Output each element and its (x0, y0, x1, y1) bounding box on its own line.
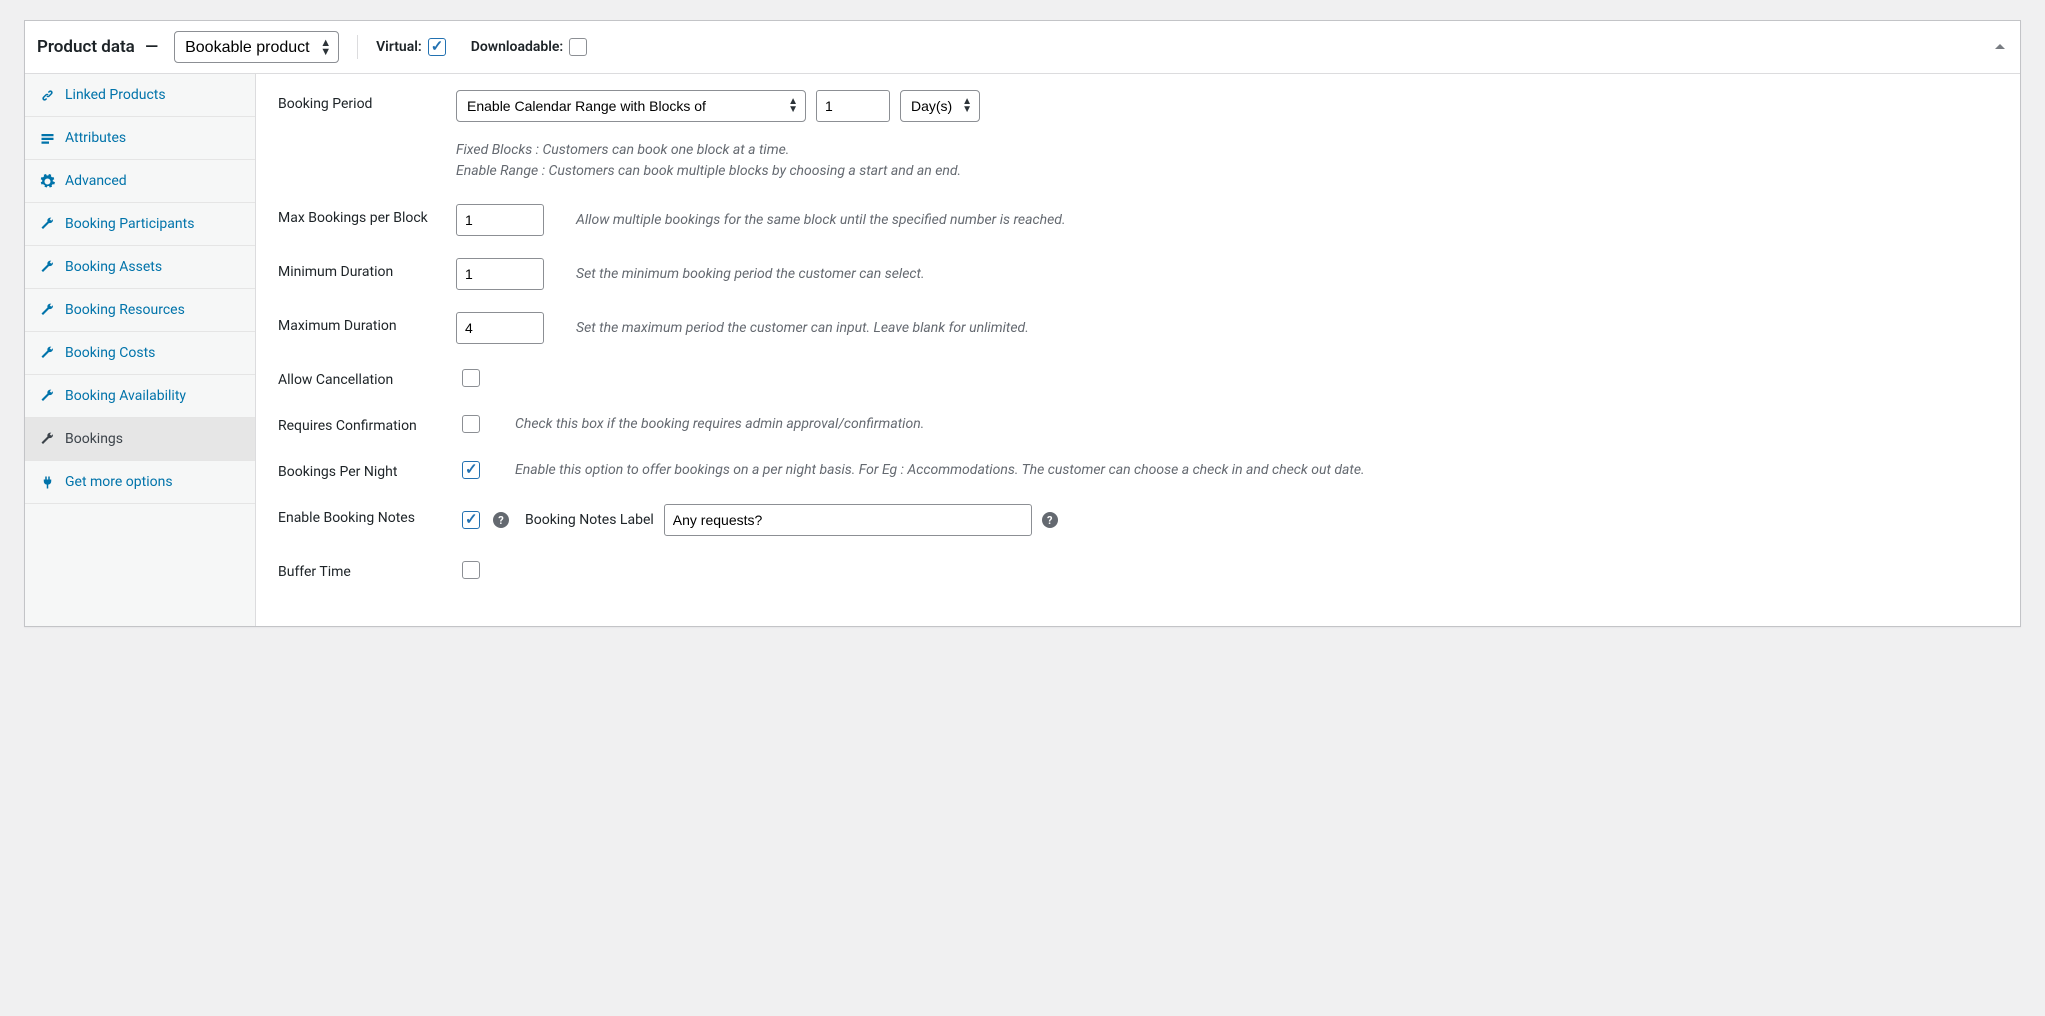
help-icon[interactable]: ? (493, 512, 509, 528)
link-icon (39, 87, 55, 103)
min-duration-input[interactable] (456, 258, 544, 290)
tab-label: Booking Resources (65, 302, 185, 318)
row-allow-cancel: Allow Cancellation (278, 366, 1998, 390)
product-type-select[interactable]: Bookable product (174, 31, 339, 63)
wrench-icon (39, 259, 55, 275)
row-enable-notes: Enable Booking Notes ? Booking Notes Lab… (278, 504, 1998, 536)
virtual-checkbox[interactable] (428, 38, 446, 56)
wrench-icon (39, 345, 55, 361)
booking-period-select[interactable]: Enable Calendar Range with Blocks of (456, 90, 806, 122)
tab-label: Attributes (65, 130, 126, 146)
min-duration-label: Minimum Duration (278, 258, 438, 280)
min-duration-desc: Set the minimum booking period the custo… (576, 266, 1998, 282)
tab-attributes[interactable]: Attributes (25, 117, 255, 160)
tab-label: Linked Products (65, 87, 166, 103)
title-dash: — (145, 37, 158, 57)
panel-header: Product data — Bookable product ▲▼ Virtu… (25, 21, 2020, 74)
booking-period-help1: Fixed Blocks : Customers can book one bl… (456, 140, 1998, 161)
max-duration-desc: Set the maximum period the customer can … (576, 320, 1998, 336)
bookings-content: Booking Period Enable Calendar Range wit… (256, 74, 2020, 626)
tab-label: Bookings (65, 431, 123, 447)
per-night-checkbox[interactable] (462, 461, 480, 479)
max-bookings-label: Max Bookings per Block (278, 204, 438, 226)
row-max-bookings: Max Bookings per Block Allow multiple bo… (278, 204, 1998, 236)
block-unit-select[interactable]: Day(s) (900, 90, 980, 122)
per-night-label: Bookings Per Night (278, 458, 438, 480)
notes-label: Booking Notes Label (525, 512, 654, 528)
requires-conf-label: Requires Confirmation (278, 412, 438, 434)
tab-get-more-options[interactable]: Get more options (25, 461, 255, 504)
caret-up-icon (1994, 41, 2006, 53)
booking-period-help2: Enable Range : Customers can book multip… (456, 161, 1998, 182)
enable-notes-label: Enable Booking Notes (278, 504, 438, 526)
panel-title: Product data — (37, 37, 164, 57)
attr-icon (39, 130, 55, 146)
help-icon[interactable]: ? (1042, 512, 1058, 528)
tab-label: Advanced (65, 173, 127, 189)
requires-conf-checkbox[interactable] (462, 415, 480, 433)
plug-icon (39, 474, 55, 490)
gear-icon (39, 173, 55, 189)
row-booking-period: Booking Period Enable Calendar Range wit… (278, 90, 1998, 182)
row-max-duration: Maximum Duration Set the maximum period … (278, 312, 1998, 344)
row-buffer: Buffer Time (278, 558, 1998, 582)
tab-label: Booking Costs (65, 345, 155, 361)
row-requires-conf: Requires Confirmation Check this box if … (278, 412, 1998, 436)
requires-conf-desc: Check this box if the booking requires a… (515, 416, 1998, 432)
tab-bookings[interactable]: Bookings (25, 418, 255, 461)
tab-booking-costs[interactable]: Booking Costs (25, 332, 255, 375)
virtual-label: Virtual: (376, 35, 449, 59)
tab-label: Booking Participants (65, 216, 194, 232)
allow-cancel-label: Allow Cancellation (278, 366, 438, 388)
notes-label-input[interactable] (664, 504, 1032, 536)
buffer-label: Buffer Time (278, 558, 438, 580)
buffer-checkbox[interactable] (462, 561, 480, 579)
tab-booking-assets[interactable]: Booking Assets (25, 246, 255, 289)
block-count-input[interactable] (816, 90, 890, 122)
downloadable-checkbox[interactable] (569, 38, 587, 56)
allow-cancel-checkbox[interactable] (462, 369, 480, 387)
wrench-icon (39, 388, 55, 404)
wrench-icon (39, 431, 55, 447)
collapse-toggle[interactable] (1994, 41, 2006, 53)
tab-booking-availability[interactable]: Booking Availability (25, 375, 255, 418)
tab-linked-products[interactable]: Linked Products (25, 74, 255, 117)
row-per-night: Bookings Per Night Enable this option to… (278, 458, 1998, 482)
max-bookings-desc: Allow multiple bookings for the same blo… (576, 212, 1998, 228)
max-duration-input[interactable] (456, 312, 544, 344)
tab-booking-resources[interactable]: Booking Resources (25, 289, 255, 332)
downloadable-label-text: Downloadable: (471, 39, 564, 55)
max-duration-label: Maximum Duration (278, 312, 438, 334)
row-min-duration: Minimum Duration Set the minimum booking… (278, 258, 1998, 290)
virtual-label-text: Virtual: (376, 39, 422, 55)
panel-body: Linked Products Attributes Advanced Booking… (25, 74, 2020, 626)
wrench-icon (39, 216, 55, 232)
tab-label: Booking Assets (65, 259, 162, 275)
header-divider (357, 35, 358, 59)
downloadable-label: Downloadable: (471, 35, 591, 59)
max-bookings-input[interactable] (456, 204, 544, 236)
tabs-sidebar: Linked Products Attributes Advanced Booking… (25, 74, 256, 626)
tab-advanced[interactable]: Advanced (25, 160, 255, 203)
panel-title-text: Product data (37, 37, 135, 57)
enable-notes-checkbox[interactable] (462, 511, 480, 529)
per-night-desc: Enable this option to offer bookings on … (515, 462, 1998, 478)
tab-booking-participants[interactable]: Booking Participants (25, 203, 255, 246)
booking-period-label: Booking Period (278, 90, 438, 112)
tab-label: Booking Availability (65, 388, 186, 404)
product-data-panel: Product data — Bookable product ▲▼ Virtu… (24, 20, 2021, 627)
tab-label: Get more options (65, 474, 173, 490)
wrench-icon (39, 302, 55, 318)
